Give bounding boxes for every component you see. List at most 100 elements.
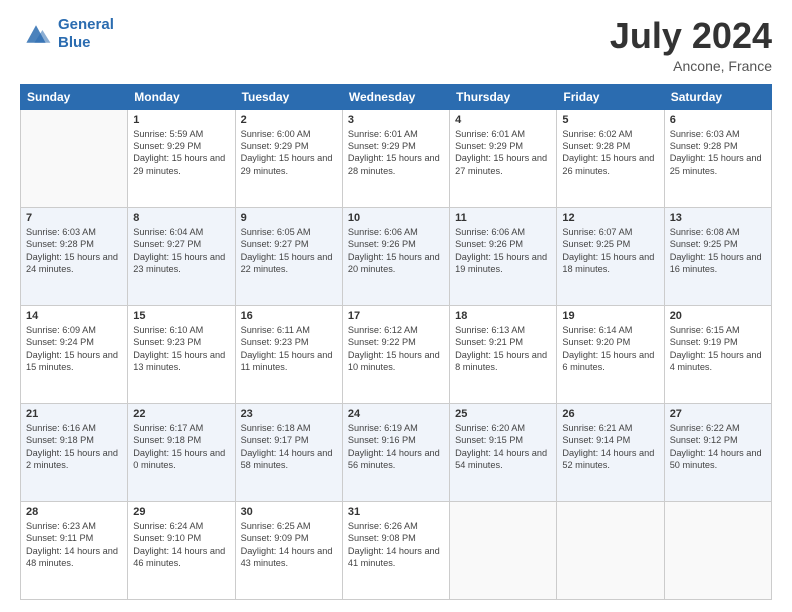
table-row: 7Sunrise: 6:03 AMSunset: 9:28 PMDaylight… — [21, 207, 128, 305]
calendar-week-row: 7Sunrise: 6:03 AMSunset: 9:28 PMDaylight… — [21, 207, 772, 305]
title-block: July 2024 Ancone, France — [610, 16, 772, 74]
logo-text: General Blue — [58, 16, 114, 52]
day-info: Sunrise: 6:21 AMSunset: 9:14 PMDaylight:… — [562, 422, 658, 472]
day-number: 31 — [348, 506, 444, 518]
table-row: 12 Sunrise: 6:07 AMSunset: 9:25 PMDayligh… — [557, 207, 664, 305]
table-row: 8Sunrise: 6:04 AMSunset: 9:27 PMDaylight… — [128, 207, 235, 305]
calendar-header-row: Sunday Monday Tuesday Wednesday Thursday… — [21, 84, 772, 109]
calendar-table: Sunday Monday Tuesday Wednesday Thursday… — [20, 84, 772, 600]
day-number: 3 — [348, 114, 444, 126]
table-row: 2Sunrise: 6:00 AMSunset: 9:29 PMDaylight… — [235, 109, 342, 207]
table-row — [664, 501, 771, 599]
logo-general: General — [58, 16, 114, 33]
calendar-week-row: 1 Sunrise: 5:59 AMSunset: 9:29 PMDaylight… — [21, 109, 772, 207]
col-tuesday: Tuesday — [235, 84, 342, 109]
table-row: 21 Sunrise: 6:16 AMSunset: 9:18 PMDayligh… — [21, 403, 128, 501]
day-number: 11 — [455, 212, 551, 224]
day-number: 6 — [670, 114, 766, 126]
col-thursday: Thursday — [450, 84, 557, 109]
table-row: 18 Sunrise: 6:13 AMSunset: 9:21 PMDayligh… — [450, 305, 557, 403]
day-info: Sunrise: 6:22 AMSunset: 9:12 PMDaylight:… — [670, 422, 766, 472]
day-number: 4 — [455, 114, 551, 126]
day-number: 14 — [26, 310, 122, 322]
day-info: Sunrise: 6:10 AMSunset: 9:23 PMDaylight:… — [133, 324, 229, 374]
day-number: 29 — [133, 506, 229, 518]
table-row: 19Sunrise: 6:14 AMSunset: 9:20 PMDayligh… — [557, 305, 664, 403]
day-number: 5 — [562, 114, 658, 126]
subtitle: Ancone, France — [610, 58, 772, 74]
day-info: Sunrise: 6:03 AMSunset: 9:28 PMDaylight:… — [26, 226, 122, 276]
day-info: Sunrise: 6:01 AMSunset: 9:29 PMDaylight:… — [455, 128, 551, 178]
table-row: 10 Sunrise: 6:06 AMSunset: 9:26 PMDayligh… — [342, 207, 449, 305]
day-number: 23 — [241, 408, 337, 420]
day-info: Sunrise: 6:13 AMSunset: 9:21 PMDaylight:… — [455, 324, 551, 374]
calendar-week-row: 28Sunrise: 6:23 AMSunset: 9:11 PMDayligh… — [21, 501, 772, 599]
day-info: Sunrise: 6:01 AMSunset: 9:29 PMDaylight:… — [348, 128, 444, 178]
day-number: 25 — [455, 408, 551, 420]
col-saturday: Saturday — [664, 84, 771, 109]
day-info: Sunrise: 6:19 AMSunset: 9:16 PMDaylight:… — [348, 422, 444, 472]
logo-icon — [20, 20, 52, 48]
day-info: Sunrise: 6:09 AMSunset: 9:24 PMDaylight:… — [26, 324, 122, 374]
col-friday: Friday — [557, 84, 664, 109]
day-number: 22 — [133, 408, 229, 420]
day-number: 28 — [26, 506, 122, 518]
table-row: 23 Sunrise: 6:18 AMSunset: 9:17 PMDayligh… — [235, 403, 342, 501]
day-number: 17 — [348, 310, 444, 322]
table-row: 31Sunrise: 6:26 AMSunset: 9:08 PMDayligh… — [342, 501, 449, 599]
day-number: 21 — [26, 408, 122, 420]
day-number: 18 — [455, 310, 551, 322]
col-monday: Monday — [128, 84, 235, 109]
day-number: 19 — [562, 310, 658, 322]
day-number: 30 — [241, 506, 337, 518]
page: General Blue July 2024 Ancone, France Su… — [0, 0, 792, 612]
table-row: 13 Sunrise: 6:08 AMSunset: 9:25 PMDayligh… — [664, 207, 771, 305]
table-row: 14 Sunrise: 6:09 AMSunset: 9:24 PMDayligh… — [21, 305, 128, 403]
day-number: 12 — [562, 212, 658, 224]
day-number: 9 — [241, 212, 337, 224]
table-row: 25Sunrise: 6:20 AMSunset: 9:15 PMDayligh… — [450, 403, 557, 501]
table-row: 15Sunrise: 6:10 AMSunset: 9:23 PMDayligh… — [128, 305, 235, 403]
table-row: 9 Sunrise: 6:05 AMSunset: 9:27 PMDaylight… — [235, 207, 342, 305]
day-number: 8 — [133, 212, 229, 224]
table-row: 29 Sunrise: 6:24 AMSunset: 9:10 PMDayligh… — [128, 501, 235, 599]
day-info: Sunrise: 6:05 AMSunset: 9:27 PMDaylight:… — [241, 226, 337, 276]
table-row: 3 Sunrise: 6:01 AMSunset: 9:29 PMDaylight… — [342, 109, 449, 207]
table-row: 24 Sunrise: 6:19 AMSunset: 9:16 PMDayligh… — [342, 403, 449, 501]
day-number: 24 — [348, 408, 444, 420]
logo: General Blue — [20, 16, 114, 52]
table-row: 27Sunrise: 6:22 AMSunset: 9:12 PMDayligh… — [664, 403, 771, 501]
day-info: Sunrise: 6:24 AMSunset: 9:10 PMDaylight:… — [133, 520, 229, 570]
day-info: Sunrise: 6:03 AMSunset: 9:28 PMDaylight:… — [670, 128, 766, 178]
day-info: Sunrise: 6:06 AMSunset: 9:26 PMDaylight:… — [455, 226, 551, 276]
main-title: July 2024 — [610, 16, 772, 56]
day-info: Sunrise: 6:15 AMSunset: 9:19 PMDaylight:… — [670, 324, 766, 374]
day-info: Sunrise: 6:00 AMSunset: 9:29 PMDaylight:… — [241, 128, 337, 178]
header: General Blue July 2024 Ancone, France — [20, 16, 772, 74]
table-row: 16Sunrise: 6:11 AMSunset: 9:23 PMDayligh… — [235, 305, 342, 403]
table-row: 4 Sunrise: 6:01 AMSunset: 9:29 PMDaylight… — [450, 109, 557, 207]
day-info: Sunrise: 6:08 AMSunset: 9:25 PMDaylight:… — [670, 226, 766, 276]
table-row: 5 Sunrise: 6:02 AMSunset: 9:28 PMDaylight… — [557, 109, 664, 207]
table-row: 20 Sunrise: 6:15 AMSunset: 9:19 PMDayligh… — [664, 305, 771, 403]
day-number: 26 — [562, 408, 658, 420]
day-number: 20 — [670, 310, 766, 322]
table-row: 30Sunrise: 6:25 AMSunset: 9:09 PMDayligh… — [235, 501, 342, 599]
day-info: Sunrise: 6:12 AMSunset: 9:22 PMDaylight:… — [348, 324, 444, 374]
table-row: 22Sunrise: 6:17 AMSunset: 9:18 PMDayligh… — [128, 403, 235, 501]
table-row: 28Sunrise: 6:23 AMSunset: 9:11 PMDayligh… — [21, 501, 128, 599]
day-number: 10 — [348, 212, 444, 224]
day-number: 16 — [241, 310, 337, 322]
day-info: Sunrise: 6:16 AMSunset: 9:18 PMDaylight:… — [26, 422, 122, 472]
day-info: Sunrise: 5:59 AMSunset: 9:29 PMDaylight:… — [133, 128, 229, 178]
table-row: 17 Sunrise: 6:12 AMSunset: 9:22 PMDayligh… — [342, 305, 449, 403]
day-info: Sunrise: 6:07 AMSunset: 9:25 PMDaylight:… — [562, 226, 658, 276]
day-info: Sunrise: 6:06 AMSunset: 9:26 PMDaylight:… — [348, 226, 444, 276]
col-wednesday: Wednesday — [342, 84, 449, 109]
col-sunday: Sunday — [21, 84, 128, 109]
day-info: Sunrise: 6:18 AMSunset: 9:17 PMDaylight:… — [241, 422, 337, 472]
day-info: Sunrise: 6:02 AMSunset: 9:28 PMDaylight:… — [562, 128, 658, 178]
day-number: 13 — [670, 212, 766, 224]
table-row: 1 Sunrise: 5:59 AMSunset: 9:29 PMDaylight… — [128, 109, 235, 207]
day-number: 1 — [133, 114, 229, 126]
